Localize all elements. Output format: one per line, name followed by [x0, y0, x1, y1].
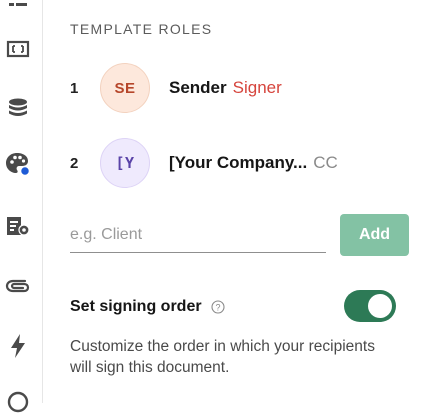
role-number: 1	[70, 79, 79, 97]
avatar: [Y	[100, 138, 150, 188]
svg-text:?: ?	[215, 302, 220, 312]
circle-icon[interactable]	[4, 388, 32, 416]
signing-order-label: Set signing order	[70, 298, 202, 315]
lightning-icon[interactable]	[4, 332, 32, 360]
role-number: 2	[70, 154, 79, 172]
role-name: Sender	[169, 78, 227, 97]
role-row[interactable]: 2 [Y [Your Company... CC	[70, 136, 338, 190]
signing-order-toggle[interactable]	[344, 290, 396, 322]
paperclip-icon[interactable]	[4, 272, 32, 300]
role-name-input[interactable]	[70, 218, 326, 253]
section-title: TEMPLATE ROLES	[70, 21, 213, 37]
help-icon[interactable]: ?	[211, 300, 225, 314]
role-type: Signer	[232, 78, 282, 97]
role-row[interactable]: 1 SE Sender Signer	[70, 61, 282, 115]
avatar: SE	[100, 63, 150, 113]
list-icon[interactable]	[4, 0, 32, 18]
toggle-knob	[368, 294, 392, 318]
form-settings-icon[interactable]	[4, 213, 32, 241]
template-roles-panel: TEMPLATE ROLES 1 SE Sender Signer 2 [Y […	[70, 0, 428, 403]
frame-icon[interactable]	[4, 35, 32, 63]
signing-order-description: Customize the order in which your recipi…	[70, 338, 375, 376]
role-type: CC	[313, 153, 338, 172]
signing-order-row: Set signing order ?	[70, 290, 400, 324]
palette-icon[interactable]	[4, 150, 32, 178]
sidebar-rail	[0, 0, 43, 413]
add-role-button[interactable]: Add	[340, 214, 409, 256]
add-role-row: Add	[70, 212, 410, 258]
role-name: [Your Company...	[169, 153, 308, 172]
database-icon[interactable]	[4, 94, 32, 122]
